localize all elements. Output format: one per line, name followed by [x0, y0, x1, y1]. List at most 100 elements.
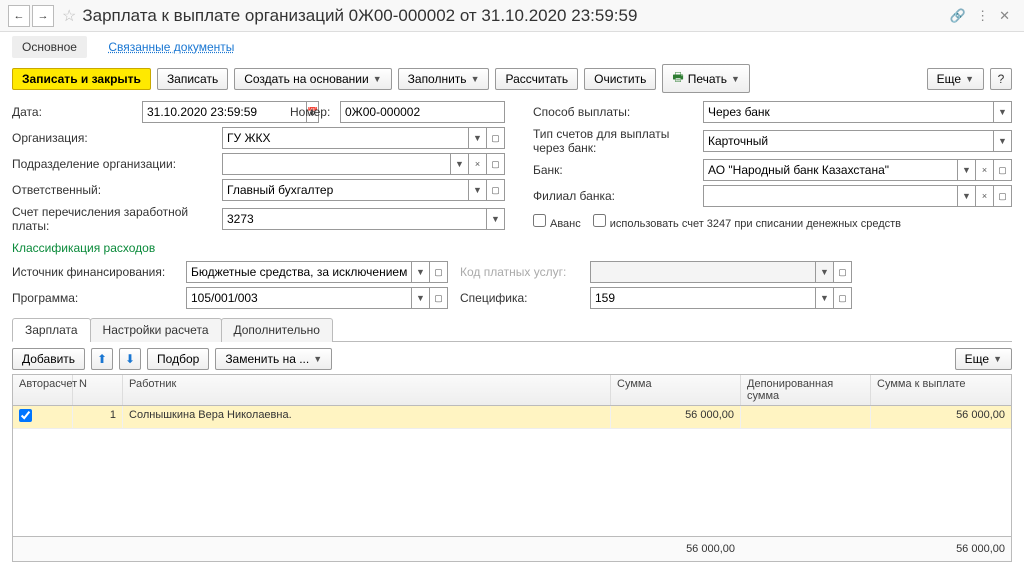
chevron-down-icon: ▼	[731, 74, 740, 84]
table-row[interactable]: 1 Солнышкина Вера Николаевна. 56 000,00 …	[13, 406, 1011, 429]
paymethod-input[interactable]	[703, 101, 994, 123]
dropdown-icon[interactable]: ▼	[451, 153, 469, 175]
more-button[interactable]: Еще▼	[927, 68, 984, 90]
dropdown-icon[interactable]: ▼	[958, 159, 976, 181]
open-ref-icon[interactable]: ▢	[834, 261, 852, 283]
tab-salary[interactable]: Зарплата	[12, 318, 91, 342]
cell-dep	[741, 406, 871, 428]
col-worker[interactable]: Работник	[123, 375, 611, 405]
spec-label: Специфика:	[460, 291, 578, 305]
account-input[interactable]	[222, 208, 487, 230]
chevron-down-icon: ▼	[373, 74, 382, 84]
open-ref-icon[interactable]: ▢	[994, 159, 1012, 181]
cell-worker: Солнышкина Вера Николаевна.	[123, 406, 611, 428]
cell-autocalc[interactable]	[13, 406, 73, 428]
cell-pay: 56 000,00	[871, 406, 1011, 428]
open-ref-icon[interactable]: ▢	[994, 185, 1012, 207]
tab-extra[interactable]: Дополнительно	[221, 318, 333, 342]
calculate-button[interactable]: Рассчитать	[495, 68, 578, 90]
spec-input[interactable]	[590, 287, 816, 309]
tab-linked-documents[interactable]: Связанные документы	[98, 36, 244, 58]
dropdown-icon[interactable]: ▼	[958, 185, 976, 207]
col-autocalc[interactable]: Авторасчет	[13, 375, 73, 405]
open-ref-icon[interactable]: ▢	[487, 127, 505, 149]
dropdown-icon[interactable]: ▼	[412, 261, 430, 283]
table-more-button[interactable]: Еще▼	[955, 348, 1012, 370]
paidcode-input[interactable]	[590, 261, 816, 283]
paidcode-label: Код платных услуг:	[460, 265, 578, 279]
create-based-on-button[interactable]: Создать на основании▼	[234, 68, 391, 90]
open-ref-icon[interactable]: ▢	[430, 287, 448, 309]
chevron-down-icon: ▼	[993, 354, 1002, 364]
dropdown-icon[interactable]: ▼	[816, 287, 834, 309]
cell-sum: 56 000,00	[611, 406, 741, 428]
col-sum[interactable]: Сумма	[611, 375, 741, 405]
dropdown-icon: ▼	[816, 261, 834, 283]
branch-input[interactable]	[703, 185, 958, 207]
link-icon[interactable]: 🔗	[950, 8, 966, 24]
col-deposited[interactable]: Депонированная сумма	[741, 375, 871, 405]
open-ref-icon[interactable]: ▢	[430, 261, 448, 283]
accttype-label: Тип счетов для выплаты через банк:	[533, 127, 703, 155]
account-label: Счет перечисления заработной платы:	[12, 205, 222, 233]
clear-field-icon[interactable]: ×	[469, 153, 487, 175]
save-button[interactable]: Записать	[157, 68, 228, 90]
date-input[interactable]	[142, 101, 307, 123]
close-window-icon[interactable]: ✕	[999, 8, 1010, 24]
pick-button[interactable]: Подбор	[147, 348, 209, 370]
replace-button[interactable]: Заменить на ...▼	[215, 348, 332, 370]
clear-field-icon[interactable]: ×	[976, 185, 994, 207]
use-3247-checkbox[interactable]: использовать счет 3247 при списании дене…	[593, 214, 901, 230]
tab-main[interactable]: Основное	[12, 36, 87, 58]
program-input[interactable]	[186, 287, 412, 309]
department-input[interactable]	[222, 153, 451, 175]
dropdown-icon[interactable]: ▼	[487, 208, 505, 230]
total-sum: 56 000,00	[611, 540, 741, 558]
branch-label: Филиал банка:	[533, 189, 703, 203]
print-button[interactable]: 🖶Печать▼	[662, 64, 750, 93]
total-dep	[741, 540, 871, 558]
fill-button[interactable]: Заполнить▼	[398, 68, 490, 90]
add-row-button[interactable]: Добавить	[12, 348, 85, 370]
program-label: Программа:	[12, 291, 174, 305]
cell-n: 1	[73, 406, 123, 428]
responsible-input[interactable]	[222, 179, 469, 201]
dropdown-icon[interactable]: ▼	[469, 179, 487, 201]
dropdown-icon[interactable]: ▼	[994, 101, 1012, 123]
number-label: Номер:	[290, 105, 340, 119]
open-ref-icon[interactable]: ▢	[487, 179, 505, 201]
nav-back-button[interactable]: ←	[8, 5, 30, 27]
dropdown-icon[interactable]: ▼	[994, 130, 1012, 152]
dropdown-icon[interactable]: ▼	[412, 287, 430, 309]
salary-table: Авторасчет N Работник Сумма Депонированн…	[12, 374, 1012, 562]
chevron-down-icon: ▼	[313, 354, 322, 364]
classification-section-title: Классификация расходов	[12, 237, 1012, 261]
save-and-close-button[interactable]: Записать и закрыть	[12, 68, 151, 90]
responsible-label: Ответственный:	[12, 183, 222, 197]
open-ref-icon[interactable]: ▢	[834, 287, 852, 309]
organization-input[interactable]	[222, 127, 469, 149]
move-down-icon[interactable]: ⬇	[119, 348, 141, 370]
chevron-down-icon: ▼	[471, 74, 480, 84]
clear-button[interactable]: Очистить	[584, 68, 656, 90]
accttype-input[interactable]	[703, 130, 994, 152]
number-input[interactable]	[340, 101, 505, 123]
printer-icon: 🖶	[672, 68, 683, 89]
clear-field-icon[interactable]: ×	[976, 159, 994, 181]
date-label: Дата:	[12, 105, 142, 119]
col-topay[interactable]: Сумма к выплате	[871, 375, 1011, 405]
dropdown-icon[interactable]: ▼	[469, 127, 487, 149]
move-up-icon[interactable]: ⬆	[91, 348, 113, 370]
open-ref-icon[interactable]: ▢	[487, 153, 505, 175]
tab-calc-settings[interactable]: Настройки расчета	[90, 318, 222, 342]
col-n[interactable]: N	[73, 375, 123, 405]
source-input[interactable]	[186, 261, 412, 283]
nav-forward-button[interactable]: →	[32, 5, 54, 27]
source-label: Источник финансирования:	[12, 265, 174, 279]
help-button[interactable]: ?	[990, 68, 1012, 90]
bank-label: Банк:	[533, 163, 703, 177]
favorite-star-icon[interactable]: ☆	[62, 6, 76, 26]
menu-dots-icon[interactable]: ⋮	[976, 8, 989, 24]
bank-input[interactable]	[703, 159, 958, 181]
advance-checkbox[interactable]: Аванс	[533, 214, 581, 230]
